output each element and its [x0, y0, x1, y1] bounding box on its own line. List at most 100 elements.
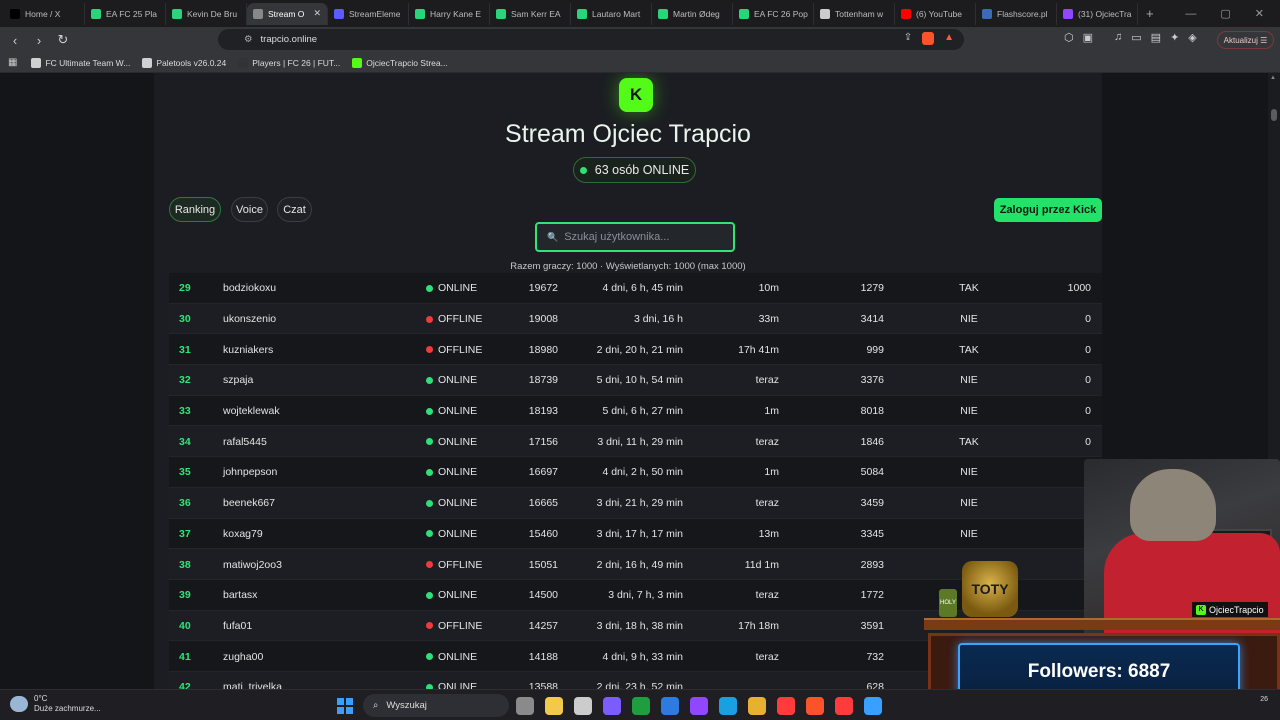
system-clock: 26 [1260, 695, 1268, 705]
cell-name[interactable]: koxag79 [223, 519, 263, 550]
forward-icon[interactable]: › [30, 33, 48, 48]
cell-status: ONLINE [426, 519, 477, 550]
wallet-icon[interactable]: ▤ [1151, 31, 1161, 44]
bookmark-item[interactable]: Players | FC 26 | FUT... [238, 57, 340, 68]
tab-favicon-icon [10, 8, 20, 19]
leo-icon[interactable]: ✦ [1170, 31, 1179, 44]
cell-time: 4 dni, 2 h, 50 min [602, 466, 683, 479]
status-text: ONLINE [438, 282, 478, 295]
share-icon[interactable]: ⇪ [904, 32, 912, 45]
taskbar-search-label: Wyszukaj [386, 700, 427, 711]
back-icon[interactable]: ‹ [6, 33, 24, 48]
toty-badge: TOTY [962, 561, 1018, 617]
cell-name[interactable]: bartasx [223, 580, 257, 611]
cell-name[interactable]: szpaja [223, 365, 253, 396]
cell-name[interactable]: rafal5445 [223, 426, 267, 457]
extension-icon[interactable]: ⬡ [1064, 31, 1074, 44]
maximize-icon[interactable]: ▢ [1220, 7, 1230, 20]
taskbar-app-icon[interactable] [835, 697, 853, 715]
brave-rewards-icon[interactable]: ▲ [944, 32, 954, 45]
tab-label: StreamEleme [349, 8, 401, 19]
vpn-icon[interactable]: ◈ [1188, 31, 1196, 44]
brave-shields-icon[interactable] [922, 32, 935, 45]
apps-icon[interactable]: ▦ [8, 57, 17, 68]
cell-name[interactable]: johnpepson [223, 457, 277, 488]
cell-bet: 0 [1085, 343, 1091, 356]
bookmark-item[interactable]: FC Ultimate Team W... [31, 57, 130, 68]
cell-time: 3 dni, 18 h, 38 min [596, 619, 683, 632]
scrollbar-thumb[interactable] [1271, 109, 1277, 121]
taskbar-app-icon[interactable] [690, 697, 708, 715]
tab-11[interactable]: (6) YouTube [895, 2, 976, 25]
cell-name[interactable]: bodziokoxu [223, 273, 276, 304]
cell-name[interactable]: zugha00 [223, 641, 263, 672]
status-dot-icon [426, 561, 433, 569]
tab-label: EA FC 26 Pop [754, 8, 808, 19]
sidebar-icon[interactable]: ▭ [1131, 31, 1141, 44]
weather-widget[interactable]: 0°C Duże zachmurze... [10, 694, 101, 714]
user-search-input[interactable]: 🔍 Szukaj użytkownika... [535, 222, 735, 252]
nav-ranking[interactable]: Ranking [169, 197, 221, 222]
start-icon[interactable] [337, 698, 353, 714]
cell-bet: 1000 [1067, 282, 1091, 295]
kick-login-button[interactable]: Zaloguj przez Kick [994, 198, 1102, 222]
status-text: ONLINE [438, 435, 478, 448]
bookmark-item[interactable]: OjciecTrapcio Strea... [352, 57, 448, 68]
taskbar-app-icon[interactable] [574, 697, 592, 715]
cell-rank: 29 [179, 282, 191, 295]
cell-name[interactable]: wojteklewak [223, 396, 280, 427]
tab-7[interactable]: Lautaro Mart [571, 2, 652, 25]
nav-voice[interactable]: Voice [231, 197, 268, 222]
taskbar-app-icon[interactable] [632, 697, 650, 715]
scroll-up-icon[interactable]: ▲ [1270, 75, 1276, 81]
cell-last [696, 672, 779, 689]
table-row: 34 rafal5445 ONLINE 17156 3 dni, 11 h, 29 mi… [169, 426, 1102, 458]
taskbar-app-icon[interactable] [545, 697, 563, 715]
tab-5[interactable]: Harry Kane E [409, 2, 490, 25]
tab-2[interactable]: Kevin De Bru [166, 2, 247, 25]
music-icon[interactable]: ♫ [1114, 31, 1122, 44]
tab-12[interactable]: Flashscore.pl [976, 2, 1057, 25]
new-tab-icon[interactable]: + [1146, 6, 1154, 21]
taskbar-app-icon[interactable] [864, 697, 882, 715]
tab-8[interactable]: Martin Ødeg [652, 2, 733, 25]
cell-name[interactable]: fufa01 [223, 611, 252, 642]
bookmark-item[interactable]: Paletools v26.0.24 [142, 57, 226, 68]
taskbar-app-icon[interactable] [748, 697, 766, 715]
status-text: ONLINE [438, 497, 478, 510]
close-window-icon[interactable]: ✕ [1255, 7, 1264, 20]
taskbar-app-icon[interactable] [806, 697, 824, 715]
taskbar-search[interactable]: ⌕ Wyszukaj [363, 694, 509, 717]
tab-0[interactable]: Home / X [4, 2, 85, 25]
site-info-icon[interactable]: ⚙ [244, 34, 253, 45]
cell-sub: TAK [959, 435, 979, 448]
cell-name[interactable]: matiwoj2oo3 [223, 549, 282, 580]
cell-name[interactable]: ukonszenio [223, 304, 276, 335]
tab-4[interactable]: StreamEleme [328, 2, 409, 25]
taskbar-app-icon[interactable] [777, 697, 795, 715]
tab-10[interactable]: Tottenham w [814, 2, 895, 25]
taskbar-app-icon[interactable] [603, 697, 621, 715]
screenshot-icon[interactable]: ▣ [1083, 31, 1093, 44]
cell-name[interactable]: mati_trivelka [223, 672, 282, 689]
status-text: OFFLINE [438, 313, 483, 326]
nav-czat[interactable]: Czat [277, 197, 312, 222]
cell-status: OFFLINE [426, 611, 482, 642]
cell-name[interactable]: beenek667 [223, 488, 275, 519]
tab-6[interactable]: Sam Kerr EA [490, 2, 571, 25]
taskbar-app-icon[interactable] [661, 697, 679, 715]
cell-name[interactable]: kuzniakers [223, 334, 273, 365]
update-button[interactable]: Aktualizuj ☰ [1217, 31, 1274, 49]
taskbar-app-icon[interactable] [516, 697, 534, 715]
tab-1[interactable]: EA FC 25 Pla [85, 2, 166, 25]
tab-3[interactable]: Stream O ✕ [247, 2, 328, 25]
tab-13[interactable]: (31) OjciecTra [1057, 2, 1138, 25]
reload-icon[interactable]: ↻ [54, 32, 72, 48]
address-bar[interactable]: ⚙ trapcio.online ⇪ ▲ [218, 29, 964, 50]
table-row: 31 kuzniakers OFFLINE 18980 2 dni, 20 h, 21 … [169, 334, 1102, 366]
tab-9[interactable]: EA FC 26 Pop [733, 2, 814, 25]
taskbar-app-icon[interactable] [719, 697, 737, 715]
cell-msgs: 1279 [860, 282, 884, 295]
tab-close-icon[interactable]: ✕ [313, 8, 321, 19]
minimize-icon[interactable]: — [1185, 8, 1196, 20]
